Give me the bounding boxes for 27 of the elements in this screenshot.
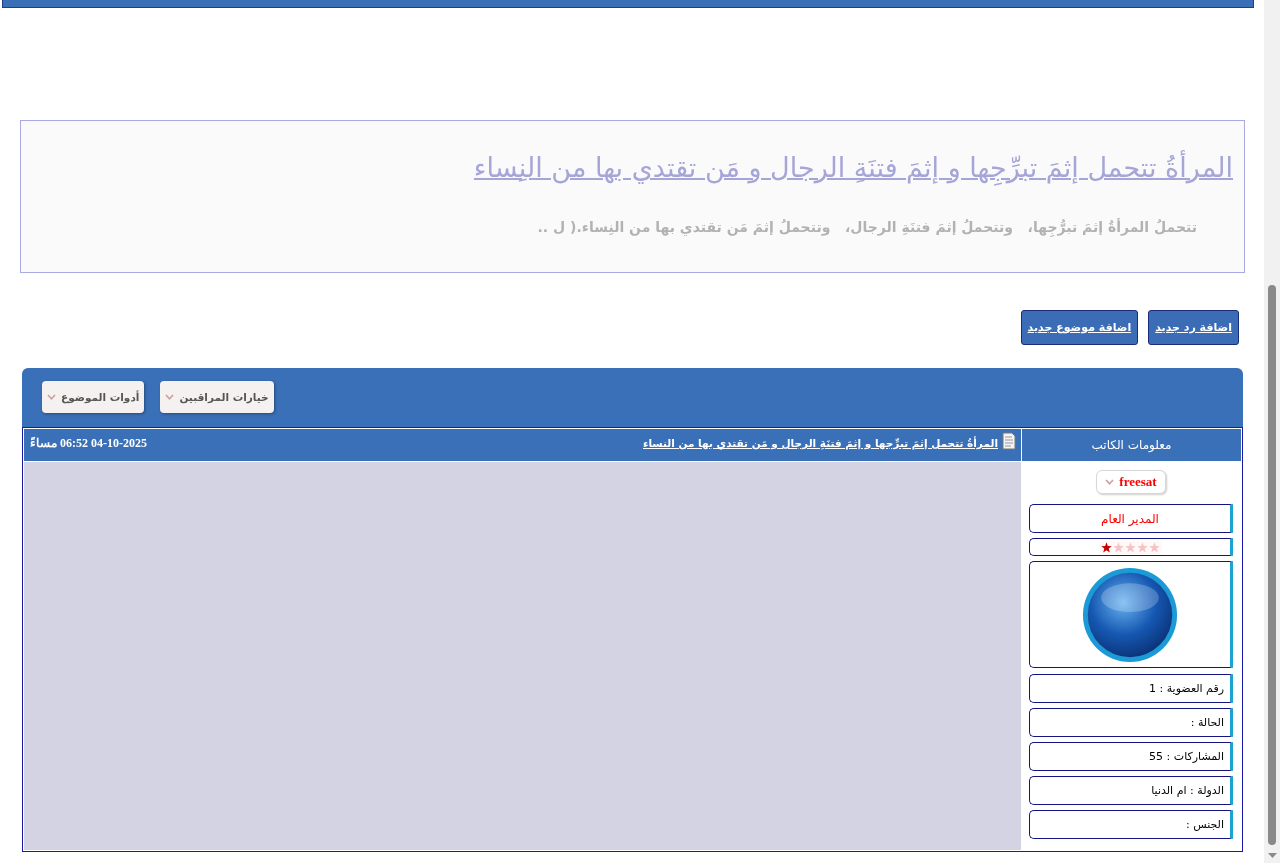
profile-detail: رقم العضوية : 1 <box>1029 674 1233 703</box>
document-icon <box>1002 432 1016 450</box>
star-icon <box>1112 541 1124 553</box>
profile-detail: الدولة : ام الدنيا <box>1029 776 1233 805</box>
author-column-header: معلومات الكاتب <box>1022 429 1241 461</box>
dropdown-menu-button[interactable]: خيارات المراقبين <box>160 381 274 413</box>
new-reply-button[interactable]: اضافة رد جديد <box>1148 310 1239 345</box>
username-button[interactable]: freesat <box>1096 470 1166 494</box>
star-icon <box>1100 541 1112 553</box>
scroll-down-icon[interactable] <box>1267 853 1277 858</box>
profile-detail: الجنس : <box>1029 810 1233 839</box>
profile-detail: الحالة : <box>1029 708 1233 737</box>
new-topic-button[interactable]: اضافة موضوع جديد <box>1020 310 1139 345</box>
chevron-down-icon <box>47 394 56 400</box>
post-title-link[interactable]: المرأةُ تتحمل إثمَ تبرِّجها و إثمَ فتنَةِ الرجال و مَن تقتدي بها من النساء <box>643 437 998 449</box>
scrollbar-thumb[interactable] <box>1268 285 1276 845</box>
chevron-down-icon <box>1105 479 1115 485</box>
star-icon <box>1148 541 1160 553</box>
scrollbar[interactable] <box>1264 0 1280 863</box>
dropdown-menu-button[interactable]: أدوات الموضوع <box>42 381 145 413</box>
topic-excerpt: تتحملُ المرأةُ إثمَ تبرُّجِها، وتتحملُ إثمَ فتنَةِ الرجال، وتتحملُ إثمَ مَن تقتدي بها من النِساء.( ل .. <box>537 219 1197 235</box>
star-icon <box>1136 541 1148 553</box>
profile-detail: المشاركات : 55 <box>1029 742 1233 771</box>
post-date: 04-10-2025 06:52 مساءً <box>30 436 147 451</box>
chevron-down-icon <box>165 394 175 400</box>
member-rank: المدير العام <box>1029 504 1233 533</box>
star-icon <box>1124 541 1136 553</box>
